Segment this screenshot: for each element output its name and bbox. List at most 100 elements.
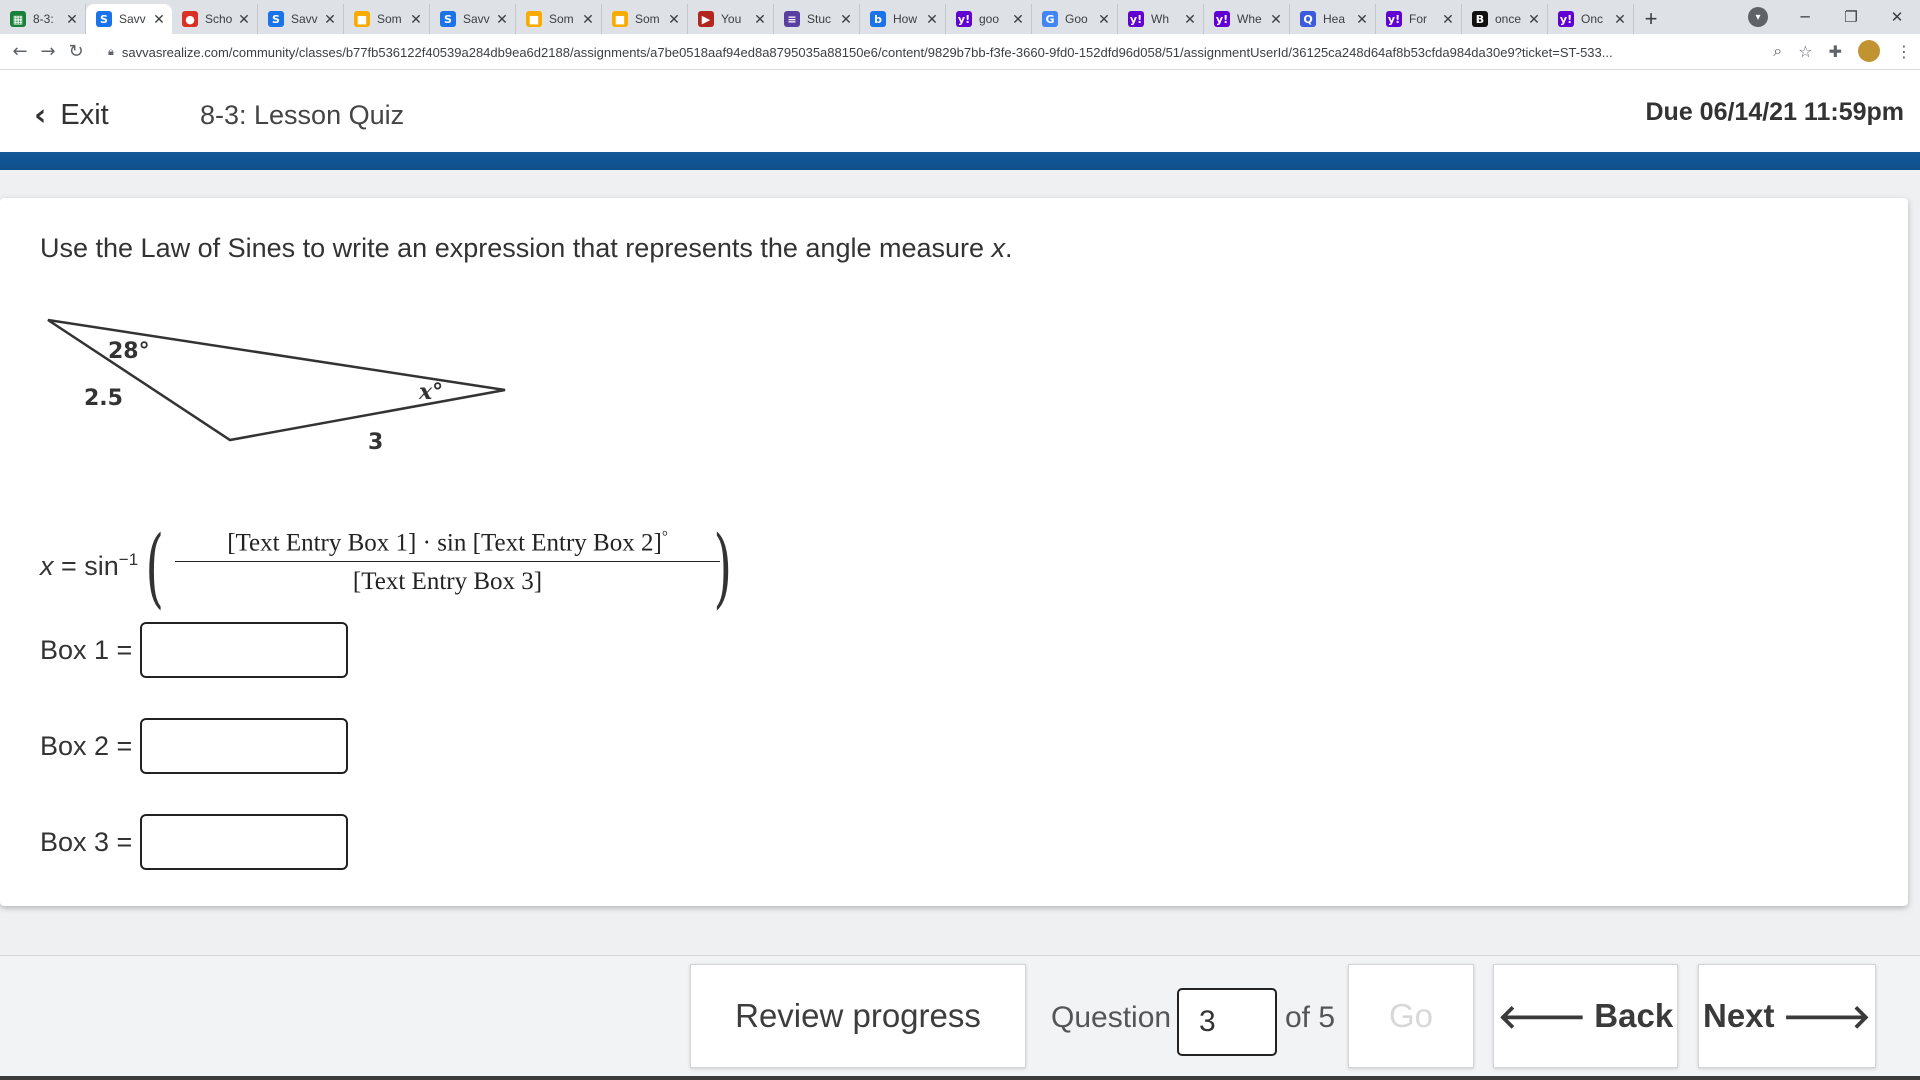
numerator-box-1: [Text Entry Box 1] — [227, 529, 417, 557]
close-tab-icon[interactable]: ✕ — [65, 11, 79, 28]
law-of-sines-formula: x = sin−1 ( [Text Entry Box 1] · sin [Te… — [40, 523, 760, 613]
close-tab-icon[interactable]: ✕ — [1011, 11, 1025, 28]
forward-arrow-icon[interactable]: → — [34, 41, 62, 62]
browser-tab[interactable]: y! Wh ✕ — [1118, 4, 1204, 34]
close-tab-icon[interactable]: ✕ — [1441, 11, 1455, 28]
question-label: Question — [1051, 1001, 1172, 1034]
close-tab-icon[interactable]: ✕ — [1183, 11, 1197, 28]
close-tab-icon[interactable]: ✕ — [152, 11, 166, 28]
close-tab-icon[interactable]: ✕ — [1527, 11, 1541, 28]
bottom-edge — [0, 1076, 1920, 1080]
minimize-icon[interactable]: ─ — [1782, 8, 1828, 26]
close-tab-icon[interactable]: ✕ — [839, 11, 853, 28]
close-tab-icon[interactable]: ✕ — [925, 11, 939, 28]
browser-tab[interactable]: G Goo ✕ — [1032, 4, 1118, 34]
savvas-icon: S — [268, 11, 284, 27]
close-window-icon[interactable]: ✕ — [1874, 8, 1920, 26]
browser-tab[interactable]: ■ Som ✕ — [344, 4, 430, 34]
yahoo-icon: y! — [1214, 11, 1230, 27]
browser-tab-title: Savv — [291, 12, 318, 26]
new-tab-button[interactable]: + — [1634, 4, 1668, 34]
browser-tab-title: Onc — [1581, 12, 1604, 26]
browser-tab[interactable]: Bonce ✕ — [1462, 4, 1548, 34]
side-3-label: 3 — [368, 430, 383, 455]
browser-tab-title: Goo — [1065, 12, 1088, 26]
close-tab-icon[interactable]: ✕ — [1613, 11, 1627, 28]
browser-tab[interactable]: y! Whe ✕ — [1204, 4, 1290, 34]
brainly-icon: B — [1472, 11, 1488, 27]
browser-tab-title: Whe — [1237, 12, 1262, 26]
browser-tab[interactable]: S Savv ✕ — [86, 4, 172, 34]
browser-tab-title: For — [1409, 12, 1427, 26]
browser-tab-title: goo — [979, 12, 1000, 26]
close-tab-icon[interactable]: ✕ — [495, 11, 509, 28]
browser-tab[interactable]: y! For ✕ — [1376, 4, 1462, 34]
browser-tab[interactable]: b How ✕ — [860, 4, 946, 34]
triangle-figure: 28° 2.5 x° 3 — [47, 318, 506, 455]
exit-button[interactable]: ‹ Exit — [34, 98, 109, 133]
browser-tab[interactable]: S Savv ✕ — [258, 4, 344, 34]
browser-tab[interactable]: ▦ 8-3: ✕ — [0, 4, 86, 34]
box-3-input[interactable] — [140, 814, 349, 870]
browser-tab[interactable]: Q Hea ✕ — [1290, 4, 1376, 34]
profile-avatar[interactable] — [1858, 40, 1880, 62]
box-1-row: Box 1 = — [40, 622, 349, 678]
formula-numerator: [Text Entry Box 1] · sin [Text Entry Box… — [175, 529, 720, 563]
browser-tab[interactable]: y! goo ✕ — [946, 4, 1032, 34]
toolbar-actions: ⌕ ☆ ✚ ⋮ — [1773, 40, 1912, 62]
youtube-icon: ▶ — [698, 11, 714, 27]
close-tab-icon[interactable]: ✕ — [323, 11, 337, 28]
bookmark-star-icon[interactable]: ☆ — [1798, 42, 1812, 61]
close-tab-icon[interactable]: ✕ — [1355, 11, 1369, 28]
box-2-input[interactable] — [140, 718, 349, 774]
lock-icon: 🔒︎ — [108, 45, 114, 58]
quizlet-icon: Q — [1300, 11, 1316, 27]
arrow-right-icon: 🡒 — [1782, 997, 1872, 1036]
browser-tab-title: 8-3: — [33, 12, 54, 26]
browser-tab[interactable]: S Savv ✕ — [430, 4, 516, 34]
browser-tab[interactable]: ■ Som ✕ — [602, 4, 688, 34]
yahoo-icon: y! — [956, 11, 972, 27]
browser-tab-title: Scho — [205, 12, 233, 26]
menu-kebab-icon[interactable]: ⋮ — [1896, 42, 1912, 61]
savvas-icon: S — [96, 11, 112, 27]
quiz-title: 8-3: Lesson Quiz — [200, 100, 405, 130]
exit-label: Exit — [60, 99, 109, 131]
close-tab-icon[interactable]: ✕ — [237, 11, 251, 28]
close-tab-icon[interactable]: ✕ — [581, 11, 595, 28]
schoology-icon: ● — [182, 11, 198, 27]
go-button[interactable]: Go — [1348, 964, 1474, 1068]
question-card: Use the Law of Sines to write an express… — [0, 198, 1908, 906]
back-button[interactable]: 🡐 Back — [1493, 964, 1678, 1068]
yahoo-icon: y! — [1386, 11, 1402, 27]
browser-tab[interactable]: ■ Som ✕ — [516, 4, 602, 34]
browser-tab[interactable]: ≡ Stuc ✕ — [774, 4, 860, 34]
formula-sin: = sin — [53, 551, 119, 581]
close-tab-icon[interactable]: ✕ — [409, 11, 423, 28]
tab-search-icon[interactable]: ▾ — [1748, 7, 1768, 27]
next-button[interactable]: Next 🡒 — [1698, 964, 1876, 1068]
address-bar[interactable]: 🔒︎ savvasrealize.com/community/classes/b… — [108, 39, 1788, 65]
browser-tab[interactable]: y! Onc ✕ — [1548, 4, 1634, 34]
close-tab-icon[interactable]: ✕ — [1097, 11, 1111, 28]
zoom-icon[interactable]: ⌕ — [1773, 41, 1782, 61]
box-1-input[interactable] — [140, 622, 349, 678]
app-header: ‹ Exit 8-3: Lesson Quiz Due 06/14/21 11:… — [0, 70, 1920, 152]
box-1-label: Box 1 = — [40, 634, 133, 665]
back-arrow-icon[interactable]: ← — [6, 41, 34, 62]
browser-tab-title: Hea — [1323, 12, 1346, 26]
reload-icon[interactable]: ↻ — [62, 41, 90, 62]
browser-tab[interactable]: ● Scho ✕ — [172, 4, 258, 34]
restore-icon[interactable]: ❐ — [1828, 8, 1874, 26]
url-text[interactable]: savvasrealize.com/community/classes/b77f… — [122, 45, 1742, 60]
browser-tab[interactable]: ▶ You ✕ — [688, 4, 774, 34]
close-tab-icon[interactable]: ✕ — [667, 11, 681, 28]
question-number-input[interactable]: 3 — [1177, 988, 1277, 1056]
arrow-left-icon: 🡐 — [1497, 997, 1587, 1036]
close-tab-icon[interactable]: ✕ — [1269, 11, 1283, 28]
numerator-sin: · sin — [416, 529, 473, 557]
close-tab-icon[interactable]: ✕ — [753, 11, 767, 28]
extensions-icon[interactable]: ✚ — [1829, 42, 1842, 61]
review-progress-button[interactable]: Review progress — [690, 964, 1026, 1068]
box-2-label: Box 2 = — [40, 730, 133, 761]
